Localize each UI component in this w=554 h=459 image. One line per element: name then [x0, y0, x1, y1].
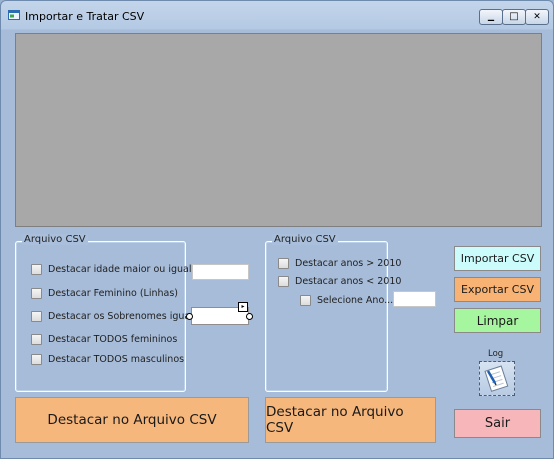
checkbox[interactable] [31, 354, 42, 365]
option-label: Destacar Feminino (Linhas) [48, 288, 178, 299]
log-label: Log [488, 349, 504, 359]
close-button[interactable]: ✕ [525, 9, 549, 25]
option-years-gt-2010[interactable]: Destacar anos > 2010 [278, 258, 401, 269]
export-csv-label: Exportar CSV [461, 283, 534, 296]
checkbox[interactable] [31, 334, 42, 345]
age-input[interactable] [192, 264, 249, 280]
title-bar[interactable]: Importar e Tratar CSV ▁ □ ✕ [1, 1, 553, 29]
import-csv-button[interactable]: Importar CSV [454, 246, 541, 271]
option-all-female[interactable]: Destacar TODOS femininos [31, 334, 177, 345]
highlight-left-button[interactable]: Destacar no Arquivo CSV [15, 397, 249, 443]
maximize-button[interactable]: □ [502, 9, 526, 25]
option-label: Selecione Ano... [317, 295, 394, 306]
groupbox-left-label: Arquivo CSV [22, 234, 88, 245]
exit-label: Sair [484, 416, 511, 431]
checkbox[interactable] [278, 276, 289, 287]
window-title: Importar e Tratar CSV [25, 10, 145, 23]
smart-tag-icon[interactable]: ▸ [238, 302, 248, 312]
log-button[interactable] [479, 361, 515, 396]
export-csv-button[interactable]: Exportar CSV [454, 277, 541, 302]
maximize-icon: □ [509, 11, 519, 22]
option-all-male[interactable]: Destacar TODOS masculinos [31, 354, 184, 365]
option-label: Destacar TODOS femininos [48, 334, 178, 345]
close-icon: ✕ [533, 11, 541, 22]
minimize-button[interactable]: ▁ [479, 9, 503, 25]
app-form-icon [8, 10, 20, 20]
checkbox[interactable] [31, 311, 42, 322]
option-label: Destacar os Sobrenomes iguais a [48, 311, 207, 322]
import-csv-label: Importar CSV [460, 252, 535, 265]
clear-label: Limpar [476, 313, 519, 328]
highlight-right-button[interactable]: Destacar no Arquivo CSV [265, 397, 436, 443]
option-age[interactable]: Destacar idade maior ou igual a [31, 264, 200, 275]
option-label: Destacar anos > 2010 [295, 258, 402, 269]
checkbox[interactable] [300, 295, 311, 306]
checkbox[interactable] [31, 288, 42, 299]
clear-button[interactable]: Limpar [454, 308, 541, 333]
option-female-rows[interactable]: Destacar Feminino (Linhas) [31, 288, 178, 299]
highlight-left-label: Destacar no Arquivo CSV [47, 412, 217, 428]
minimize-icon: ▁ [487, 12, 495, 21]
option-label: Destacar anos < 2010 [295, 276, 402, 287]
option-years-lt-2010[interactable]: Destacar anos < 2010 [278, 276, 401, 287]
checkbox[interactable] [278, 258, 289, 269]
resize-handle-right[interactable] [246, 313, 253, 320]
resize-handle-left[interactable] [186, 313, 193, 320]
highlight-right-label: Destacar no Arquivo CSV [266, 404, 404, 436]
option-label: Destacar TODOS masculinos [48, 354, 185, 365]
groupbox-right-label: Arquivo CSV [272, 234, 338, 245]
option-label: Destacar idade maior ou igual a [48, 264, 201, 275]
data-grid[interactable] [15, 33, 542, 227]
option-surnames[interactable]: Destacar os Sobrenomes iguais a [31, 311, 207, 322]
notebook-pen-icon [484, 365, 509, 392]
year-input[interactable] [393, 291, 436, 307]
checkbox[interactable] [31, 264, 42, 275]
exit-button[interactable]: Sair [454, 409, 541, 438]
option-select-year[interactable]: Selecione Ano... [300, 295, 393, 306]
